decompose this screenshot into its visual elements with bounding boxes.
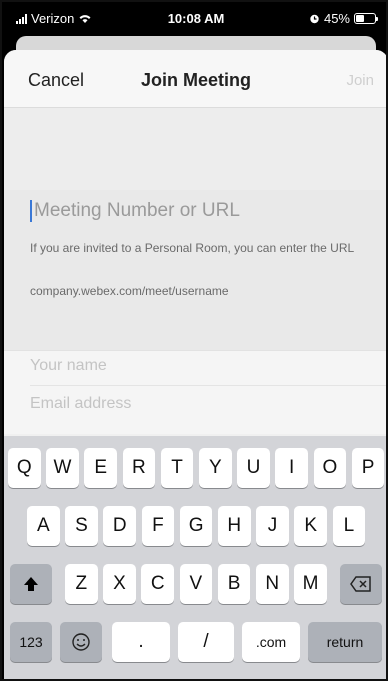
key-i[interactable]: I (275, 448, 308, 488)
join-button[interactable]: Join (346, 72, 374, 89)
key-j[interactable]: J (256, 506, 289, 546)
key-d[interactable]: D (103, 506, 136, 546)
email-field[interactable]: Email address (30, 395, 131, 413)
backspace-icon (350, 576, 371, 592)
key-r[interactable]: R (122, 448, 156, 488)
dotcom-key[interactable]: .com (242, 622, 300, 662)
shift-key[interactable] (10, 564, 52, 604)
key-g[interactable]: G (179, 506, 213, 546)
key-y[interactable]: Y (199, 448, 232, 488)
meeting-section: Meeting Number or URL If you are invited… (4, 190, 386, 350)
meeting-number-input[interactable]: Meeting Number or URL (30, 200, 240, 222)
key-f[interactable]: F (141, 506, 175, 546)
key-m[interactable]: M (294, 564, 327, 604)
text-caret (30, 200, 32, 222)
key-b[interactable]: B (217, 564, 251, 604)
phone-screen: Verizon 10:08 AM 45% Cancel Join Meeting… (0, 0, 388, 681)
alarm-icon (310, 14, 319, 24)
delete-key[interactable] (340, 564, 382, 604)
slash-key[interactable]: / (178, 622, 234, 662)
keyboard-row-1: QWERTYUIOP (4, 448, 386, 494)
key-u[interactable]: U (237, 448, 270, 488)
keyboard-row-2: ASDFGHJKL (4, 506, 386, 552)
shift-arrow-icon (24, 577, 38, 591)
status-bar: Verizon 10:08 AM 45% (4, 4, 386, 34)
return-key[interactable]: return (308, 622, 382, 662)
key-w[interactable]: W (46, 448, 79, 488)
dot-key[interactable]: . (112, 622, 170, 662)
key-x[interactable]: X (103, 564, 136, 604)
key-z[interactable]: Z (65, 564, 98, 604)
key-e[interactable]: E (84, 448, 117, 488)
spacer (4, 108, 386, 190)
key-t[interactable]: T (160, 448, 194, 488)
keyboard: QWERTYUIOP ASDFGHJKL ZXCVBNM 123 . / .co… (4, 436, 386, 679)
key-p[interactable]: P (351, 448, 385, 488)
battery-fill (356, 15, 365, 22)
meeting-number-placeholder: Meeting Number or URL (34, 200, 240, 221)
personal-room-hint: If you are invited to a Personal Room, y… (30, 241, 355, 255)
example-url: company.webex.com/meet/username (30, 284, 229, 298)
key-s[interactable]: S (65, 506, 98, 546)
key-q[interactable]: Q (8, 448, 41, 488)
key-h[interactable]: H (218, 506, 251, 546)
identity-section: Your name Email address (4, 350, 386, 434)
keyboard-row-3: ZXCVBNM (4, 564, 386, 610)
battery-percent: 45% (323, 11, 350, 26)
page-title: Join Meeting (140, 70, 251, 90)
emoji-key[interactable] (60, 622, 102, 662)
key-v[interactable]: V (179, 564, 213, 604)
keyboard-row-4: 123 . / .com return (4, 622, 386, 668)
name-field[interactable]: Your name (30, 357, 107, 375)
key-c[interactable]: C (141, 564, 174, 604)
key-l[interactable]: L (332, 506, 366, 546)
numbers-key[interactable]: 123 (10, 622, 52, 662)
key-o[interactable]: O (313, 448, 347, 488)
key-n[interactable]: N (256, 564, 289, 604)
battery-group: 45% (309, 11, 378, 26)
battery-icon (354, 13, 378, 24)
key-a[interactable]: A (27, 506, 60, 546)
key-k[interactable]: K (294, 506, 327, 546)
emoji-icon (72, 633, 90, 651)
divider (30, 385, 386, 386)
nav-bar: Cancel Join Meeting Join (4, 50, 386, 108)
